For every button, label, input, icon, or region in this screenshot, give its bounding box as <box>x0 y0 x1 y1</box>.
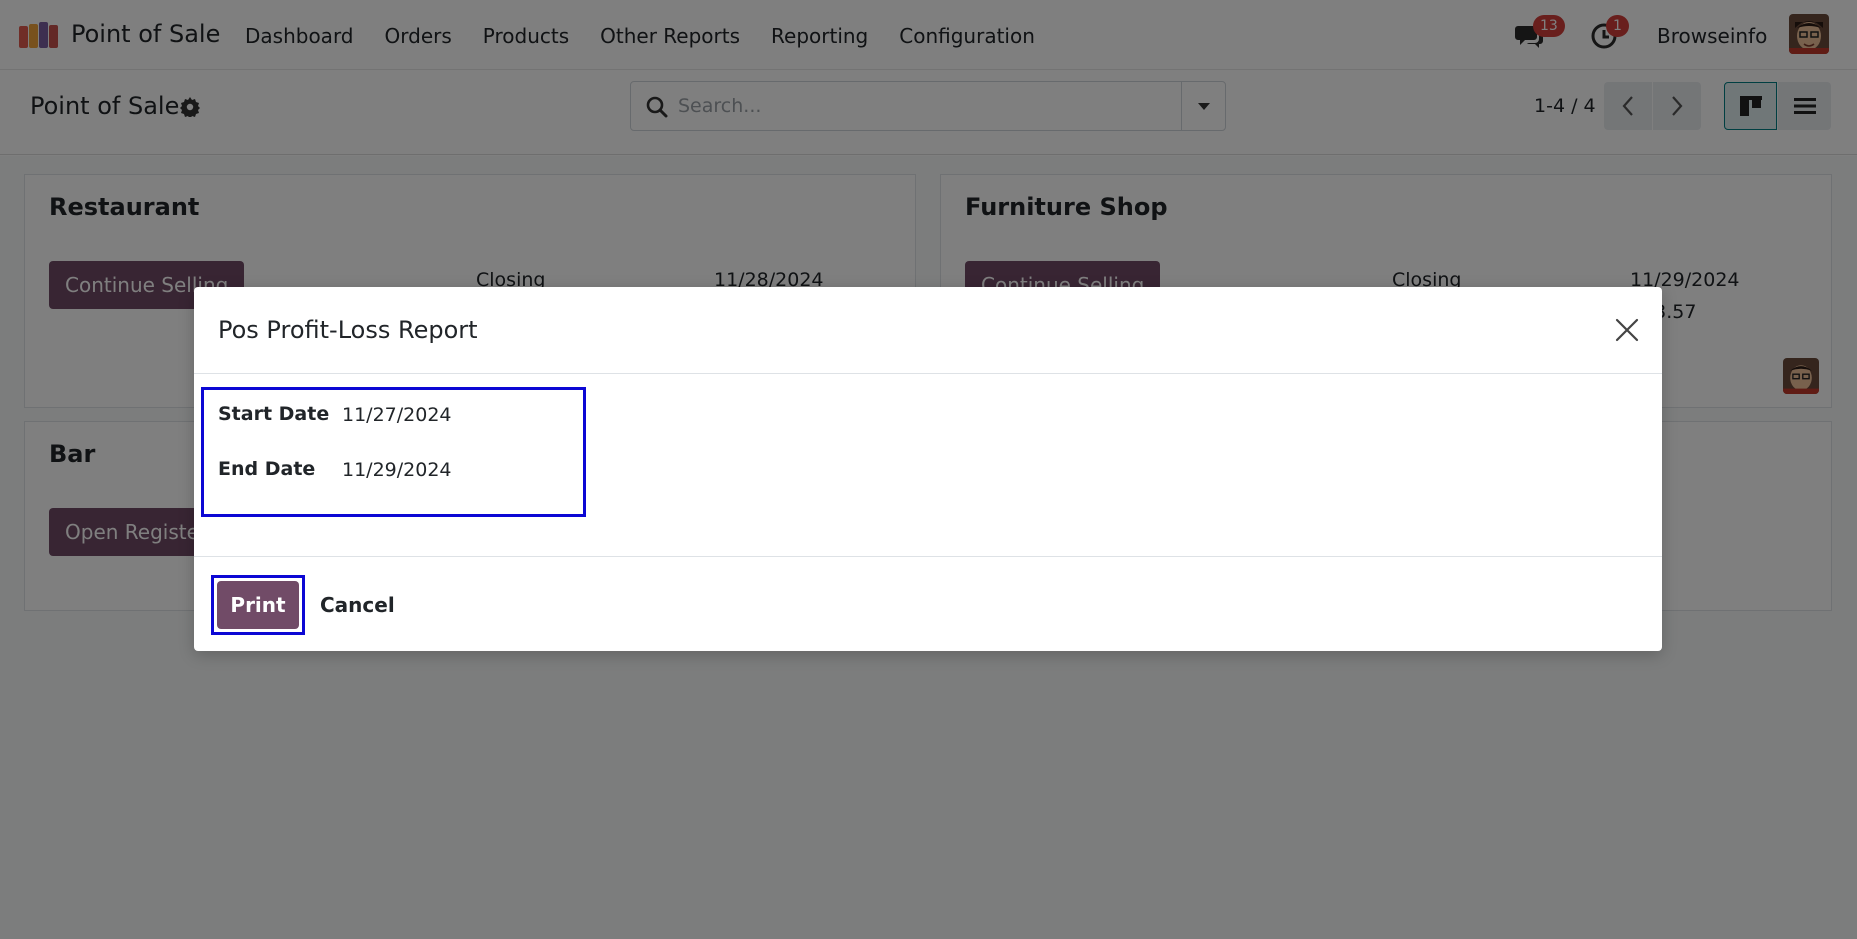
dialog-header: Pos Profit-Loss Report <box>194 287 1662 374</box>
close-icon[interactable] <box>1612 315 1642 345</box>
start-date-label: Start Date <box>218 403 330 425</box>
dialog-footer: Print Cancel <box>194 556 1662 651</box>
dialog-body: Start Date 11/27/2024 End Date 11/29/202… <box>194 375 1662 543</box>
end-date-label: End Date <box>218 458 316 480</box>
dialog-title: Pos Profit-Loss Report <box>218 316 478 344</box>
cancel-button[interactable]: Cancel <box>320 593 395 617</box>
end-date-field[interactable]: 11/29/2024 <box>342 459 452 481</box>
start-date-field[interactable]: 11/27/2024 <box>342 404 452 426</box>
profit-loss-report-dialog: Pos Profit-Loss Report Start Date 11/27/… <box>194 287 1662 651</box>
print-button[interactable]: Print <box>217 581 299 629</box>
